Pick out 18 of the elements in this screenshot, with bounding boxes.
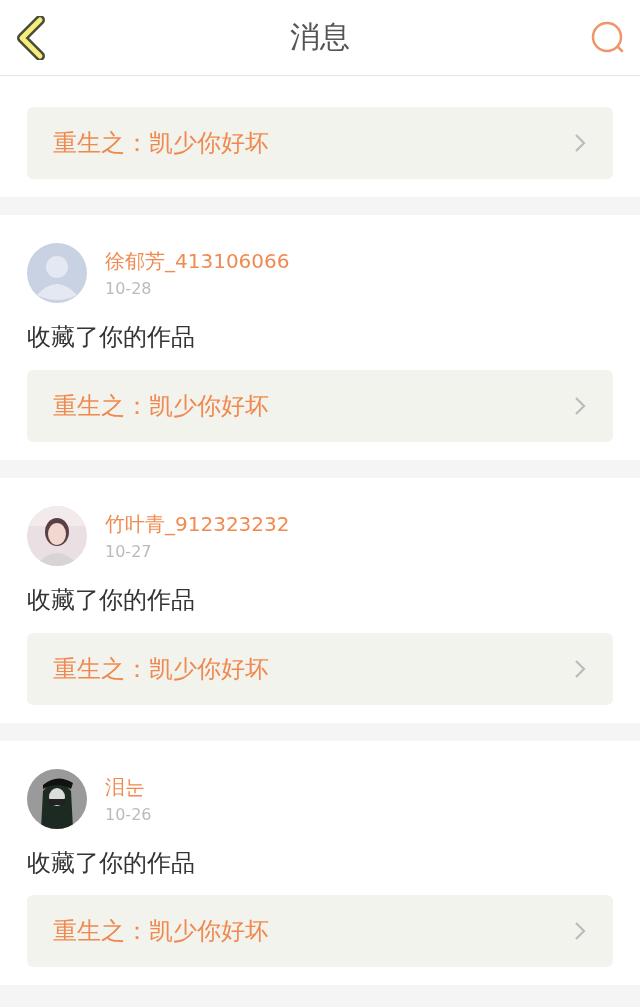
chevron-right-icon	[573, 657, 587, 680]
chevron-right-icon	[573, 132, 587, 154]
user-name[interactable]: 徐郁芳_413106066	[105, 248, 290, 275]
message-date: 10-27	[105, 541, 153, 561]
user-name[interactable]: 竹叶青_912323232	[105, 510, 290, 538]
user-name[interactable]: 泪눈	[105, 773, 152, 801]
message-date: 10-28	[105, 279, 153, 298]
work-link[interactable]: 重生之：凯少你好坏	[27, 107, 613, 179]
message-date: 10-26	[105, 804, 152, 824]
page-title: 消息	[290, 18, 350, 56]
work-link[interactable]: 重生之：凯少你好坏	[27, 895, 613, 968]
message-text: 收藏了你的作品	[27, 848, 196, 878]
work-link[interactable]: 重生之：凯少你好坏	[27, 369, 613, 442]
back-chevron-icon	[16, 15, 46, 60]
chevron-right-icon	[573, 394, 587, 417]
work-link[interactable]: 重生之：凯少你好坏	[27, 632, 613, 705]
message-text: 收藏了你的作品	[27, 585, 196, 615]
message-text: 收藏了你的作品	[27, 323, 196, 352]
